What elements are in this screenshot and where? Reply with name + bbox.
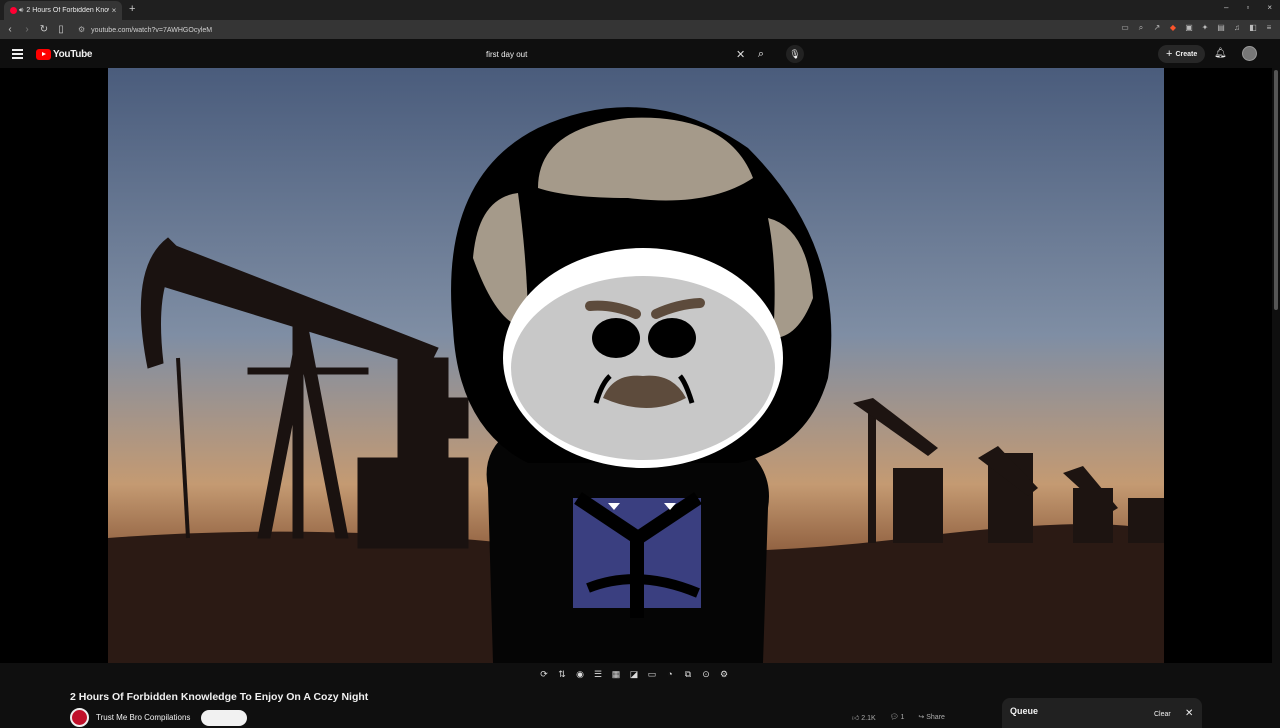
scrollbar-thumb[interactable] xyxy=(1274,70,1278,310)
queue-title: Queue xyxy=(1010,706,1039,716)
bookmark-icon[interactable]: ▯ xyxy=(54,24,68,35)
reader-icon[interactable]: ▤ xyxy=(1216,23,1226,33)
url-field[interactable]: ⚙︎ youtube.com/watch?v=7AWHGOcyleM xyxy=(78,25,212,34)
sort-icon[interactable]: ⇅ xyxy=(554,666,570,682)
minimize-button[interactable]: – xyxy=(1224,3,1228,12)
share-button[interactable]: ↪ Share xyxy=(918,713,945,722)
channel-avatar[interactable] xyxy=(70,708,89,727)
new-tab-button[interactable]: + xyxy=(129,3,135,15)
settings-icon[interactable]: ⚙︎ xyxy=(716,666,732,682)
clapper-icon[interactable]: ▦ xyxy=(608,666,624,682)
channel-row: Trust Me Bro Compilations xyxy=(70,708,248,727)
browser-extensions: ▭ ⌕ ↗ ◆ ▣ ✦ ▤ ♫ ◧ ≡ xyxy=(1120,23,1274,33)
comments-button[interactable]: 💬︎ 1 xyxy=(890,713,905,722)
create-button[interactable]: + Create xyxy=(1158,45,1206,63)
site-info-icon[interactable]: ⚙︎ xyxy=(78,25,85,34)
media-icon[interactable]: ♫ xyxy=(1232,23,1242,33)
tab-close-icon[interactable]: × xyxy=(109,6,119,15)
browser-tab[interactable]: 🔊︎ 2 Hours Of Forbidden Knowle × xyxy=(4,1,122,20)
youtube-logo[interactable]: YouTube xyxy=(36,49,93,60)
queue-close-icon[interactable]: ✕ xyxy=(1185,708,1193,719)
menu-icon[interactable]: ≡ xyxy=(1264,23,1274,33)
speed-icon[interactable]: ◔ xyxy=(662,666,678,682)
pip-icon[interactable]: ⧉ xyxy=(680,666,696,682)
search-icon[interactable]: ⌕ xyxy=(752,45,770,63)
search-box[interactable]: first day out ✕ xyxy=(478,45,748,63)
plus-icon: + xyxy=(1166,48,1173,60)
account-avatar[interactable] xyxy=(1242,46,1257,61)
audio-icon[interactable]: ◉ xyxy=(572,666,588,682)
miniplayer-icon[interactable]: ◪ xyxy=(626,666,642,682)
playlist-icon[interactable]: ☰ xyxy=(590,666,606,682)
notifications-bell-icon[interactable]: 🔔︎ xyxy=(1214,48,1227,59)
wallet-icon[interactable]: ▣ xyxy=(1184,23,1194,33)
queue-panel: Queue Clear ✕ xyxy=(1002,698,1202,728)
back-icon[interactable]: ‹ xyxy=(3,24,17,35)
reload-icon[interactable]: ↻ xyxy=(37,24,51,35)
audio-playing-icon[interactable]: 🔊︎ xyxy=(19,7,23,15)
search-input[interactable]: first day out xyxy=(478,50,736,59)
url-text: youtube.com/watch?v=7AWHGOcyleM xyxy=(91,27,213,34)
window-controls: – ▫ × xyxy=(1224,3,1272,12)
video-player[interactable] xyxy=(0,68,1280,663)
youtube-favicon-icon xyxy=(10,7,17,14)
video-actions: 👍︎ 2.1K 💬︎ 1 ↪ Share xyxy=(852,713,945,722)
video-title: 2 Hours Of Forbidden Knowledge To Enjoy … xyxy=(70,691,369,703)
youtube-play-icon xyxy=(36,49,51,60)
like-button[interactable]: 👍︎ 2.1K xyxy=(852,713,876,722)
queue-clear-button[interactable]: Clear xyxy=(1154,711,1171,718)
microphone-icon[interactable]: 🎙︎ xyxy=(786,45,804,63)
zoom-icon[interactable]: ⌕ xyxy=(1136,23,1146,33)
clear-search-icon[interactable]: ✕ xyxy=(736,48,748,61)
maximize-button[interactable]: ▫ xyxy=(1246,3,1249,12)
theater-icon[interactable]: ▭ xyxy=(644,666,660,682)
brave-shield-icon[interactable]: ◆ xyxy=(1168,23,1178,33)
logo-text: YouTube xyxy=(53,49,93,60)
create-label: Create xyxy=(1175,50,1198,58)
video-frame[interactable] xyxy=(108,68,1164,663)
video-scene-image xyxy=(108,68,1164,663)
youtube-header: YouTube first day out ✕ ⌕ 🎙︎ + Create 🔔︎ xyxy=(0,39,1280,69)
loop-icon[interactable]: ⟳ xyxy=(536,666,552,682)
browser-tab-bar: 🔊︎ 2 Hours Of Forbidden Knowle × + – ▫ × xyxy=(0,0,1280,20)
extensions-icon[interactable]: ✦ xyxy=(1200,23,1210,33)
close-window-button[interactable]: × xyxy=(1267,3,1272,12)
hamburger-menu-icon[interactable] xyxy=(12,49,23,61)
page-scrollbar[interactable] xyxy=(1272,40,1280,720)
sidebar-icon[interactable]: ◧ xyxy=(1248,23,1258,33)
cast-icon[interactable]: ▭ xyxy=(1120,23,1130,33)
address-bar-row: ‹ › ↻ ▯ ⚙︎ youtube.com/watch?v=7AWHGOcyle… xyxy=(0,20,1280,39)
channel-name[interactable]: Trust Me Bro Compilations xyxy=(96,713,190,722)
forward-icon[interactable]: › xyxy=(20,24,34,35)
player-tools-bar: ⟳ ⇅ ◉ ☰ ▦ ◪ ▭ ◔ ⧉ ⊙ ⚙︎ xyxy=(536,666,732,682)
subscribe-button[interactable] xyxy=(201,709,248,726)
tab-title: 2 Hours Of Forbidden Knowle xyxy=(26,7,109,14)
like-count: 2.1K xyxy=(861,715,876,722)
screenshot-icon[interactable]: ⊙ xyxy=(698,666,714,682)
share-page-icon[interactable]: ↗ xyxy=(1152,23,1162,33)
